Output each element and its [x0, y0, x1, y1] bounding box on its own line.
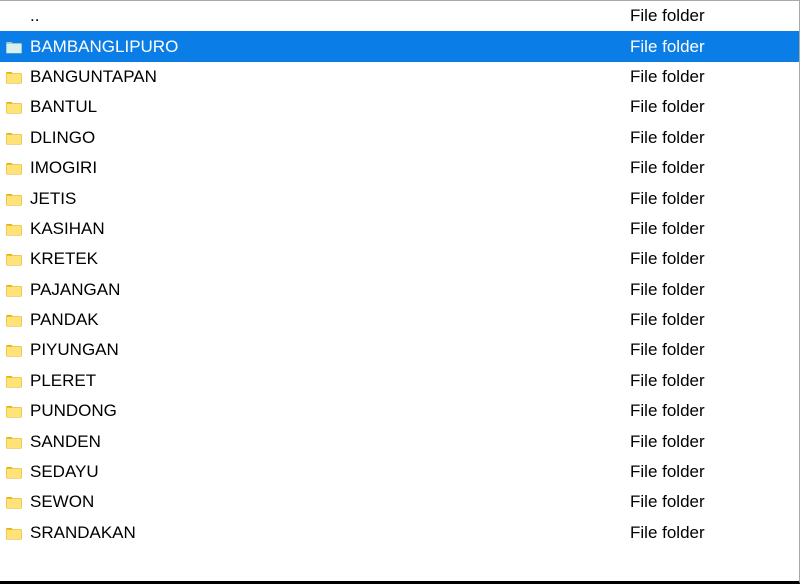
item-type: File folder: [630, 523, 799, 543]
item-name: JETIS: [30, 189, 630, 209]
item-type: File folder: [630, 462, 799, 482]
item-type: File folder: [630, 340, 799, 360]
item-type: File folder: [630, 67, 799, 87]
list-item[interactable]: DLINGOFile folder: [0, 123, 799, 153]
folder-icon: [4, 37, 24, 57]
list-item[interactable]: BANTULFile folder: [0, 92, 799, 122]
list-item[interactable]: BANGUNTAPANFile folder: [0, 62, 799, 92]
folder-icon: [4, 462, 24, 482]
list-item[interactable]: SEWONFile folder: [0, 487, 799, 517]
list-item[interactable]: PAJANGANFile folder: [0, 275, 799, 305]
item-type: File folder: [630, 432, 799, 452]
folder-icon: [4, 249, 24, 269]
list-item[interactable]: SANDENFile folder: [0, 426, 799, 456]
list-item[interactable]: PLERETFile folder: [0, 366, 799, 396]
item-name: BANTUL: [30, 97, 630, 117]
item-name: SEWON: [30, 492, 630, 512]
item-name: DLINGO: [30, 128, 630, 148]
item-type: File folder: [630, 37, 799, 57]
list-item[interactable]: SRANDAKANFile folder: [0, 518, 799, 548]
item-name: SRANDAKAN: [30, 523, 630, 543]
folder-icon: [4, 492, 24, 512]
item-type: File folder: [630, 401, 799, 421]
item-type: File folder: [630, 219, 799, 239]
item-name: PAJANGAN: [30, 280, 630, 300]
item-type: File folder: [630, 189, 799, 209]
item-name: KASIHAN: [30, 219, 630, 239]
list-item[interactable]: PUNDONGFile folder: [0, 396, 799, 426]
item-type: File folder: [630, 158, 799, 178]
list-item[interactable]: KASIHANFile folder: [0, 214, 799, 244]
folder-icon: [4, 523, 24, 543]
folder-icon: [4, 280, 24, 300]
item-type: File folder: [630, 310, 799, 330]
item-type: File folder: [630, 6, 799, 26]
list-item[interactable]: BAMBANGLIPUROFile folder: [0, 31, 799, 61]
item-name: SANDEN: [30, 432, 630, 452]
list-item[interactable]: KRETEKFile folder: [0, 244, 799, 274]
item-name: KRETEK: [30, 249, 630, 269]
folder-icon: [4, 67, 24, 87]
item-type: File folder: [630, 371, 799, 391]
folder-icon: [4, 128, 24, 148]
folder-icon: [4, 189, 24, 209]
list-item[interactable]: PIYUNGANFile folder: [0, 335, 799, 365]
folder-icon: [4, 219, 24, 239]
item-type: File folder: [630, 128, 799, 148]
item-type: File folder: [630, 97, 799, 117]
item-name: PLERET: [30, 371, 630, 391]
folder-icon: [4, 97, 24, 117]
file-list[interactable]: ..File folderBAMBANGLIPUROFile folderBAN…: [0, 0, 800, 584]
folder-icon: [4, 371, 24, 391]
item-name: IMOGIRI: [30, 158, 630, 178]
item-type: File folder: [630, 492, 799, 512]
item-name: BANGUNTAPAN: [30, 67, 630, 87]
folder-icon: [4, 310, 24, 330]
item-type: File folder: [630, 249, 799, 269]
folder-icon: [4, 432, 24, 452]
item-type: File folder: [630, 280, 799, 300]
folder-icon: [4, 6, 24, 26]
list-item[interactable]: IMOGIRIFile folder: [0, 153, 799, 183]
folder-icon: [4, 340, 24, 360]
item-name: PUNDONG: [30, 401, 630, 421]
folder-icon: [4, 158, 24, 178]
item-name: SEDAYU: [30, 462, 630, 482]
item-name: PIYUNGAN: [30, 340, 630, 360]
item-name: PANDAK: [30, 310, 630, 330]
list-item[interactable]: SEDAYUFile folder: [0, 457, 799, 487]
list-item[interactable]: ..File folder: [0, 1, 799, 31]
list-item[interactable]: JETISFile folder: [0, 183, 799, 213]
item-name: ..: [30, 6, 630, 26]
folder-icon: [4, 401, 24, 421]
list-item[interactable]: PANDAKFile folder: [0, 305, 799, 335]
item-name: BAMBANGLIPURO: [30, 37, 630, 57]
